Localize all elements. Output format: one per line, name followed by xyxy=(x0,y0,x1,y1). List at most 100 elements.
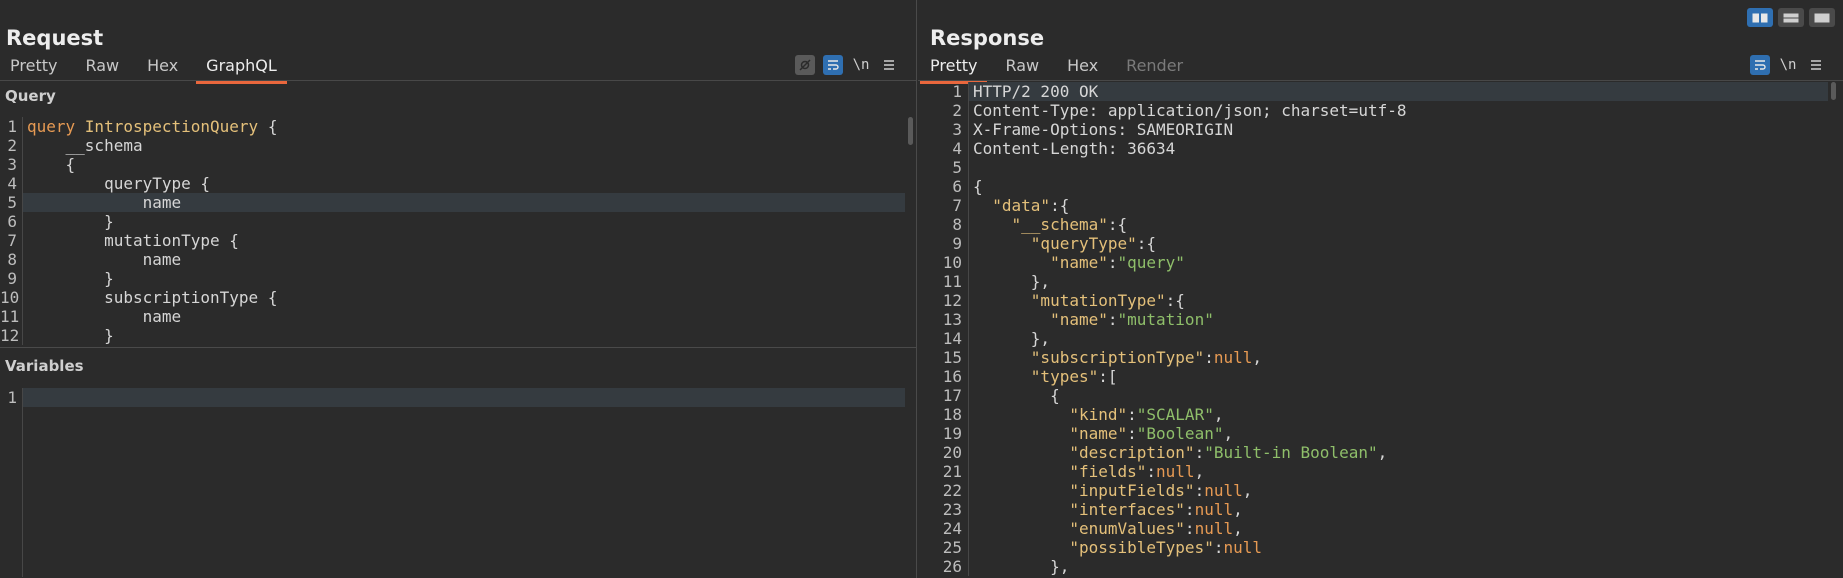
line-number: 10 xyxy=(0,288,20,307)
line-number: 2 xyxy=(7,136,17,155)
code-line[interactable]: 19 "name":"Boolean", xyxy=(918,424,1828,443)
line-number: 26 xyxy=(942,557,962,576)
code-line[interactable]: 1 HTTP/2 200 OK xyxy=(918,82,1828,101)
response-tabs: Pretty Raw Hex Render xyxy=(920,53,1201,84)
code-token: , xyxy=(1233,519,1243,538)
code-token: X-Frame-Options: SAMEORIGIN xyxy=(973,120,1234,139)
wrap-lines-icon[interactable] xyxy=(823,55,843,75)
variables-label: Variables xyxy=(5,357,84,375)
line-content: mutationType { xyxy=(22,231,905,250)
line-number: 5 xyxy=(7,193,17,212)
code-line[interactable]: 18 "kind":"SCALAR", xyxy=(918,405,1828,424)
line-content: "description":"Built-in Boolean", xyxy=(968,443,1828,462)
line-content: "inputFields":null, xyxy=(968,481,1828,500)
code-line[interactable]: 11 }, xyxy=(918,272,1828,291)
code-line[interactable]: 4 Content-Length: 36634 xyxy=(918,139,1828,158)
layout-stacked-icon[interactable] xyxy=(1778,8,1804,27)
tab-raw[interactable]: Raw xyxy=(75,53,129,81)
line-number: 17 xyxy=(942,386,962,405)
code-line[interactable]: 17 { xyxy=(918,386,1828,405)
code-line[interactable]: 3 { xyxy=(0,155,905,174)
code-line[interactable]: 1 query IntrospectionQuery { xyxy=(0,117,905,136)
line-number: 1 xyxy=(7,388,17,407)
code-token: "interfaces" xyxy=(1069,500,1185,519)
line-number: 4 xyxy=(952,139,962,158)
menu-icon[interactable] xyxy=(879,55,899,75)
code-line[interactable]: 23 "interfaces":null, xyxy=(918,500,1828,519)
line-number: 8 xyxy=(7,250,17,269)
response-editor[interactable]: 1 HTTP/2 200 OK 2 Content-Type: application… xyxy=(918,82,1828,576)
response-toolbar: \n xyxy=(1750,55,1826,75)
code-line[interactable]: 5 xyxy=(918,158,1828,177)
code-line[interactable]: 2 Content-Type: application/json; charset… xyxy=(918,101,1828,120)
code-token: : xyxy=(1194,481,1205,500)
code-line[interactable]: 21 "fields":null, xyxy=(918,462,1828,481)
code-line[interactable]: 9 } xyxy=(0,269,905,288)
code-line[interactable]: 13 "name":"mutation" xyxy=(918,310,1828,329)
code-line[interactable]: 6{ xyxy=(918,177,1828,196)
code-line[interactable]: 8 name xyxy=(0,250,905,269)
line-content: } xyxy=(22,326,905,345)
code-line[interactable]: 10 subscriptionType { xyxy=(0,288,905,307)
code-line[interactable]: 16 "types":[ xyxy=(918,367,1828,386)
line-content: "name":"Boolean", xyxy=(968,424,1828,443)
code-line[interactable]: 3 X-Frame-Options: SAMEORIGIN xyxy=(918,120,1828,139)
code-line[interactable]: 15 "subscriptionType":null, xyxy=(918,348,1828,367)
code-line[interactable]: 8 "__schema":{ xyxy=(918,215,1828,234)
line-content: query IntrospectionQuery { xyxy=(22,117,905,136)
variables-editor[interactable]: 1 xyxy=(0,388,905,578)
code-line[interactable]: 22 "inputFields":null, xyxy=(918,481,1828,500)
code-line[interactable]: 6 } xyxy=(0,212,905,231)
query-variables-divider[interactable] xyxy=(0,347,916,348)
code-line[interactable]: 26 }, xyxy=(918,557,1828,576)
line-number: 22 xyxy=(942,481,962,500)
code-token: null xyxy=(1213,348,1253,367)
code-line[interactable]: 7 "data":{ xyxy=(918,196,1828,215)
tab-pretty[interactable]: Pretty xyxy=(0,53,67,81)
line-content: "mutationType":{ xyxy=(968,291,1828,310)
tab-render[interactable]: Render xyxy=(1116,53,1193,81)
code-line[interactable]: 25 "possibleTypes":null xyxy=(918,538,1828,557)
newline-icon[interactable]: \n xyxy=(851,55,871,75)
tab-raw[interactable]: Raw xyxy=(995,53,1049,81)
code-line[interactable]: 10 "name":"query" xyxy=(918,253,1828,272)
layout-single-icon[interactable] xyxy=(1809,8,1835,27)
line-number: 5 xyxy=(952,158,962,177)
line-number: 7 xyxy=(7,231,17,250)
query-editor[interactable]: 1 query IntrospectionQuery {2 __schema 3 {… xyxy=(0,117,905,345)
hide-icon[interactable] xyxy=(795,55,815,75)
request-toolbar: \n xyxy=(795,55,899,75)
code-line[interactable]: 5 name xyxy=(0,193,905,212)
line-number: 9 xyxy=(952,234,962,253)
code-line[interactable]: 14 }, xyxy=(918,329,1828,348)
code-line[interactable]: 4 queryType { xyxy=(0,174,905,193)
code-line[interactable]: 12 } xyxy=(0,326,905,345)
code-line[interactable]: 11 name xyxy=(0,307,905,326)
line-number: 11 xyxy=(942,272,962,291)
menu-icon[interactable] xyxy=(1806,55,1826,75)
code-line[interactable]: 9 "queryType":{ xyxy=(918,234,1828,253)
tab-hex[interactable]: Hex xyxy=(137,53,188,81)
line-content: }, xyxy=(968,272,1828,291)
code-token: "name" xyxy=(1050,253,1108,272)
line-content: "subscriptionType":null, xyxy=(968,348,1828,367)
tab-hex[interactable]: Hex xyxy=(1057,53,1108,81)
layout-side-by-side-icon[interactable] xyxy=(1747,8,1773,27)
code-line[interactable]: 1 xyxy=(0,388,905,407)
code-token: "inputFields" xyxy=(1069,481,1195,500)
response-scrollbar[interactable] xyxy=(1831,82,1836,100)
code-line[interactable]: 7 mutationType { xyxy=(0,231,905,250)
line-number: 6 xyxy=(7,212,17,231)
line-number: 8 xyxy=(952,215,962,234)
code-line[interactable]: 2 __schema xyxy=(0,136,905,155)
line-content: queryType { xyxy=(22,174,905,193)
line-content: Content-Type: application/json; charset=… xyxy=(968,101,1828,120)
newline-icon[interactable]: \n xyxy=(1778,55,1798,75)
code-line[interactable]: 20 "description":"Built-in Boolean", xyxy=(918,443,1828,462)
code-line[interactable]: 24 "enumValues":null, xyxy=(918,519,1828,538)
code-token: : xyxy=(1127,405,1137,424)
wrap-lines-icon[interactable] xyxy=(1750,55,1770,75)
code-line[interactable]: 12 "mutationType":{ xyxy=(918,291,1828,310)
code-token: subscriptionType { xyxy=(104,288,278,307)
query-scrollbar[interactable] xyxy=(908,117,913,145)
